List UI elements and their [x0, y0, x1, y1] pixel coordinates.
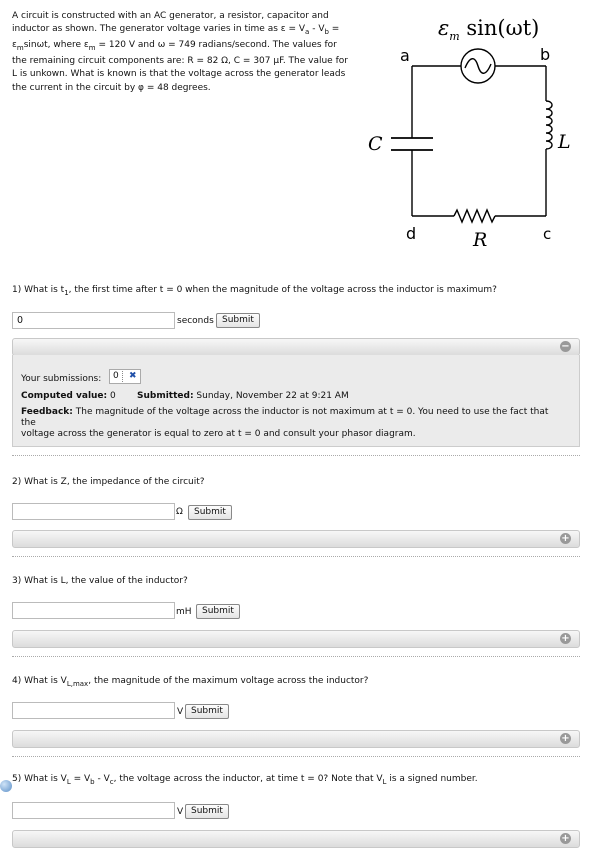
expand-icon[interactable]: +	[560, 833, 571, 844]
feedback-toggle-bar[interactable]	[12, 830, 580, 848]
intro-line: L is unkown. What is known is that the v…	[12, 69, 346, 80]
resistor-label: R	[472, 229, 487, 251]
expand-icon[interactable]: +	[560, 733, 571, 744]
submit-button[interactable]: Submit	[188, 505, 232, 520]
q-text: , the voltage across the inductor, at ti…	[113, 774, 383, 784]
node-a-label: a	[400, 46, 410, 65]
feedback-line: Feedback: The magnitude of the voltage a…	[21, 407, 561, 429]
q-text: 4) What is V	[12, 676, 67, 686]
q-text: is a signed number.	[386, 774, 478, 784]
emf-label: εm sin(ωt)	[438, 16, 539, 43]
separator	[12, 455, 580, 456]
submit-button[interactable]: Submit	[196, 604, 240, 619]
intro-line: A circuit is constructed with an AC gene…	[12, 11, 329, 21]
submit-button[interactable]: Submit	[216, 313, 260, 328]
computed-value: Computed value: 0	[21, 391, 116, 401]
unit-label: mH	[176, 607, 192, 617]
separator	[12, 556, 580, 557]
question-2-text: 2) What is Z, the impedance of the circu…	[12, 477, 205, 487]
node-b-label: b	[540, 45, 550, 64]
submitted-info: Submitted: Sunday, November 22 at 9:21 A…	[137, 391, 349, 401]
feedback-label: Feedback:	[21, 407, 73, 417]
unit-label: Ω	[176, 507, 183, 517]
submitted-label: Submitted:	[137, 391, 194, 401]
separator	[12, 756, 580, 757]
intro-line: the remaining circuit components are: R …	[12, 56, 348, 67]
feedback-toggle-bar[interactable]	[12, 338, 580, 356]
circuit-diagram: εm sin(ωt) a b c d C L R	[368, 16, 571, 251]
node-d-label: d	[406, 224, 416, 243]
intro-text: inductor as shown. The generator voltage…	[12, 24, 306, 35]
feedback-line: voltage across the generator is equal to…	[21, 429, 416, 439]
incorrect-icon: ✖	[129, 371, 137, 381]
intro-line: εmsinωt, where εm = 120 V and ω = 749 ra…	[12, 39, 362, 55]
intro-text: = 120 V and ω = 749 radians/second. The …	[95, 40, 337, 51]
q-text: , the magnitude of the maximum voltage a…	[88, 676, 369, 686]
expand-icon[interactable]: +	[560, 533, 571, 544]
feedback-text: Feedback: The magnitude of the voltage a…	[21, 407, 561, 440]
question-4-text: 4) What is VL,max, the magnitude of the …	[12, 676, 368, 688]
collapse-icon[interactable]: −	[560, 341, 571, 352]
intro-text: sinωt, where ε	[23, 40, 89, 51]
question-3-text: 3) What is L, the value of the inductor?	[12, 576, 188, 586]
question-1-text: 1) What is t1, the first time after t = …	[12, 285, 497, 297]
q-text: - V	[94, 774, 110, 784]
answer-4-input[interactable]	[12, 702, 175, 719]
unit-label: V	[177, 807, 184, 817]
submissions-label: Your submissions:	[21, 374, 102, 384]
unit-label: seconds	[177, 316, 214, 326]
q-sub: L,max	[66, 679, 89, 688]
answer-2-input[interactable]	[12, 503, 175, 520]
answer-3-input[interactable]	[12, 602, 175, 619]
submit-button[interactable]: Submit	[185, 704, 229, 719]
unit-label: V	[177, 707, 184, 717]
inductor-label: L	[557, 131, 571, 153]
sine-wave-icon	[464, 58, 492, 74]
submission-value: 0	[113, 371, 119, 381]
status-indicator-icon	[0, 780, 12, 792]
intro-text: =	[328, 24, 340, 35]
intro-line: the current in the circuit by φ = 48 deg…	[12, 82, 211, 93]
expand-icon[interactable]: +	[560, 633, 571, 644]
computed-number: 0	[110, 391, 116, 401]
resistor-symbol	[453, 208, 496, 224]
q-text: , the first time after t = 0 when the ma…	[68, 285, 497, 295]
feedback-toggle-bar[interactable]	[12, 630, 580, 648]
separator	[12, 656, 580, 657]
feedback-toggle-bar[interactable]	[12, 730, 580, 748]
intro-line: inductor as shown. The generator voltage…	[12, 23, 362, 39]
inductor-symbol	[545, 100, 553, 150]
computed-label: Computed value:	[21, 391, 108, 401]
q-text: 1) What is t	[12, 285, 65, 295]
feedback-content: The magnitude of the voltage across the …	[21, 407, 549, 428]
intro-sub: m	[88, 44, 96, 52]
answer-5-input[interactable]	[12, 802, 175, 819]
intro-sub: m	[16, 44, 24, 52]
q-text: = V	[70, 774, 91, 784]
q-text: 5) What is V	[12, 774, 67, 784]
node-c-label: c	[543, 225, 551, 243]
emf-function: sin(ωt)	[460, 16, 540, 40]
divider	[122, 371, 124, 382]
problem-statement: A circuit is constructed with an AC gene…	[12, 10, 362, 95]
emf-symbol: ε	[438, 16, 449, 40]
answer-1-input[interactable]: 0	[12, 312, 175, 329]
question-5-text: 5) What is VL = Vb - Vc, the voltage acr…	[12, 774, 478, 786]
submission-chip: 0 ✖	[109, 369, 141, 384]
submit-button[interactable]: Submit	[185, 804, 229, 819]
intro-text: - V	[309, 24, 325, 35]
emf-sub: m	[449, 30, 459, 43]
submitted-date: Sunday, November 22 at 9:21 AM	[196, 391, 349, 401]
capacitor-label: C	[368, 133, 383, 155]
feedback-toggle-bar[interactable]	[12, 530, 580, 548]
